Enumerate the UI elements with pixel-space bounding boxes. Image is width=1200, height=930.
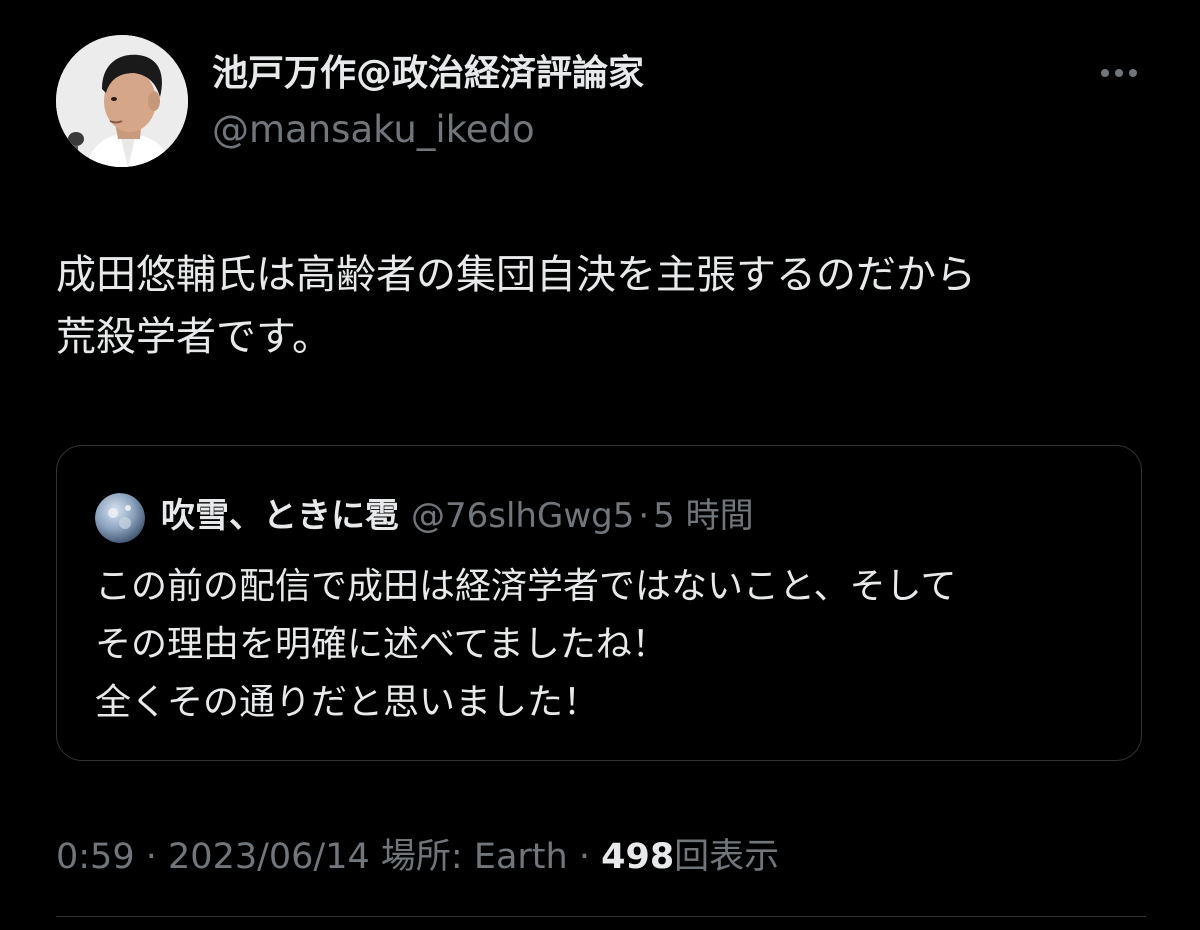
more-horizontal-icon (1101, 69, 1137, 77)
tweet-time[interactable]: 0:59 (56, 837, 135, 877)
author-display-name[interactable]: 池戸万作@政治経済評論家 (212, 52, 644, 96)
tweet-text-line: 成田悠輔氏は高齢者の集団自決を主張するのだから (56, 252, 976, 298)
tweet-date[interactable]: 2023/06/14 (168, 837, 370, 877)
tweet-meta: 0:59 · 2023/06/14 場所: Earth · 498回表示 (56, 832, 779, 882)
tweet-detail: 池戸万作@政治経済評論家 @mansaku_ikedo 成田悠輔氏は高齢者の集団… (0, 0, 1200, 930)
meta-separator: · (578, 837, 590, 877)
quote-author-handle[interactable]: @76slhGwg5 (411, 496, 634, 536)
quote-timestamp[interactable]: 5 時間 (653, 496, 753, 536)
quote-separator: · (638, 496, 650, 536)
quote-text: この前の配信で成田は経済学者ではないこと、そして その理由を明確に述べてましたね… (95, 558, 1125, 732)
more-options-button[interactable] (1094, 58, 1144, 88)
views-label: 回表示 (674, 837, 780, 877)
tweet-location: 場所: Earth (380, 837, 568, 877)
quote-text-line: 全くその通りだと思いました！ (95, 682, 600, 723)
quoted-tweet-card[interactable]: 吹雪、ときに雹 @76slhGwg5 · 5 時間 この前の配信で成田は経済学者ではな… (56, 445, 1142, 761)
snow-globe-avatar-icon (95, 493, 145, 543)
meta-separator: · (145, 837, 157, 877)
tweet-text: 成田悠輔氏は高齢者の集団自決を主張するのだから 荒殺学者です。 (56, 244, 1156, 368)
quote-text-line: その理由を明確に述べてましたね！ (95, 624, 668, 665)
quote-header: 吹雪、ときに雹 @76slhGwg5 · 5 時間 (161, 491, 754, 541)
tweet-text-line: 荒殺学者です。 (56, 314, 332, 360)
quote-author-avatar[interactable] (95, 493, 145, 543)
quote-text-line: この前の配信で成田は経済学者ではないこと、そして (95, 566, 957, 607)
quote-author-name[interactable]: 吹雪、ときに雹 (161, 496, 399, 536)
author-avatar[interactable] (56, 35, 188, 167)
divider (56, 916, 1146, 917)
author-handle[interactable]: @mansaku_ikedo (212, 108, 535, 152)
avatar-photo-icon (56, 35, 188, 167)
views-count[interactable]: 498 (601, 837, 674, 877)
